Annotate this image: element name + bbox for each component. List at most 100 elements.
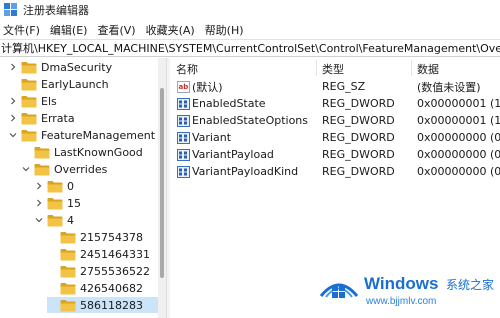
address-bar[interactable]: 计算机\HKEY_LOCAL_MACHINE\SYSTEM\CurrentCon… (0, 39, 500, 57)
value-name: EnabledStateOptions (192, 114, 309, 127)
value-data: (数值未设置) (417, 80, 481, 94)
chevron-right-icon[interactable] (34, 198, 44, 208)
folder-icon (21, 78, 37, 91)
value-row[interactable]: Variant REG_DWORD 0x00000000 (0) (170, 129, 500, 146)
value-row[interactable]: EnabledStateOptions REG_DWORD 0x00000001 (… (170, 112, 500, 129)
value-name: (默认) (192, 80, 223, 94)
value-row[interactable]: ab (默认) REG_SZ (数值未设置) (170, 78, 500, 95)
folder-icon (60, 282, 76, 295)
tree-item[interactable]: 2451464331 (47, 246, 150, 262)
watermark: Windows 系统之家 www.bjjmlv.com (318, 268, 500, 318)
tree-item[interactable]: Errata (8, 110, 75, 126)
regedit-icon (4, 3, 18, 17)
tree-scrollbar-thumb[interactable] (160, 88, 164, 278)
value-data: 0x00000000 (0) (417, 131, 500, 144)
value-name: EnabledState (192, 97, 266, 110)
binary-value-icon (177, 165, 190, 178)
svg-text:ab: ab (179, 83, 189, 91)
tree-scrollbar[interactable] (158, 58, 166, 318)
tree-item-label: Overrides (54, 162, 108, 176)
tree-item-label: 2755536522 (80, 264, 150, 278)
tree-item-label: LastKnownGood (54, 145, 143, 159)
menu-view[interactable]: 查看(V) (92, 22, 140, 38)
folder-icon (47, 214, 63, 227)
chevron-right-icon[interactable] (8, 62, 18, 72)
value-row[interactable]: VariantPayloadKind REG_DWORD 0x00000000 (0… (170, 163, 500, 180)
key-tree[interactable]: DmaSecurity EarlyLaunch Els Errata FeatureMa… (0, 58, 158, 318)
address-path[interactable]: 计算机\HKEY_LOCAL_MACHINE\SYSTEM\CurrentCon… (0, 40, 500, 56)
folder-icon (60, 248, 76, 261)
folder-icon (21, 129, 37, 142)
tree-item[interactable]: Overrides (21, 161, 107, 177)
tree-item[interactable]: LastKnownGood (21, 144, 143, 160)
menu-file[interactable]: 文件(F) (0, 22, 45, 38)
tree-item[interactable]: 0 (34, 178, 74, 194)
column-header-name[interactable]: 名称 (176, 61, 198, 77)
folder-icon (60, 265, 76, 278)
chevron-right-icon[interactable] (8, 96, 18, 106)
column-divider[interactable] (316, 60, 317, 76)
column-header-type[interactable]: 类型 (322, 61, 344, 77)
value-data: 0x00000000 (0) (417, 148, 500, 161)
tree-item[interactable]: Els (8, 93, 57, 109)
folder-icon (21, 112, 37, 125)
watermark-url: www.bjjmlv.com (366, 296, 437, 307)
menu-help[interactable]: 帮助(H) (200, 22, 249, 38)
tree-item[interactable]: 4 (34, 212, 74, 228)
tree-item[interactable]: 15 (34, 195, 81, 211)
value-name: VariantPayloadKind (192, 165, 299, 178)
tree-item[interactable]: 215754378 (47, 229, 143, 245)
tree-item-label: DmaSecurity (41, 60, 113, 74)
tree-item-label: EarlyLaunch (41, 77, 109, 91)
folder-icon (60, 231, 76, 244)
value-data: 0x00000001 (1) (417, 97, 500, 110)
folder-icon (34, 146, 50, 159)
value-type: REG_DWORD (322, 165, 395, 178)
folder-icon (21, 95, 37, 108)
column-divider[interactable] (411, 60, 412, 76)
tree-item-label: Els (41, 94, 57, 108)
chevron-right-icon[interactable] (34, 181, 44, 191)
tree-item[interactable]: DmaSecurity (8, 59, 112, 75)
folder-icon (47, 197, 63, 210)
tree-item-label: Errata (41, 111, 75, 125)
tree-item[interactable]: FeatureManagement (8, 127, 155, 143)
folder-icon (34, 163, 50, 176)
chevron-right-icon[interactable] (8, 113, 18, 123)
value-name: VariantPayload (192, 148, 274, 161)
folder-icon (47, 180, 63, 193)
chevron-down-icon[interactable] (34, 215, 44, 225)
tree-item-label: 4 (67, 213, 74, 227)
value-row[interactable]: EnabledState REG_DWORD 0x00000001 (1) (170, 95, 500, 112)
tree-item[interactable]: 2755536522 (47, 263, 150, 279)
value-type: REG_DWORD (322, 131, 395, 144)
title-bar: 注册表编辑器 (0, 0, 500, 20)
watermark-brand: Windows (364, 274, 439, 293)
binary-value-icon (177, 97, 190, 110)
tree-item[interactable]: 586118283 (47, 297, 158, 313)
menu-favorites[interactable]: 收藏夹(A) (141, 22, 200, 38)
value-data: 0x00000000 (0) (417, 165, 500, 178)
tree-item[interactable]: 426540682 (47, 280, 143, 296)
tree-item-label: 215754378 (80, 230, 143, 244)
windows-logo-icon (319, 283, 359, 298)
binary-value-icon (177, 114, 190, 127)
value-type: REG_DWORD (322, 97, 395, 110)
chevron-down-icon[interactable] (21, 164, 31, 174)
value-data: 0x00000001 (1) (417, 114, 500, 127)
column-header-data[interactable]: 数据 (417, 61, 439, 77)
chevron-down-icon[interactable] (8, 130, 18, 140)
menu-edit[interactable]: 编辑(E) (45, 22, 93, 38)
value-row[interactable]: VariantPayload REG_DWORD 0x00000000 (0) (170, 146, 500, 163)
tree-item-label: 15 (67, 196, 81, 210)
tree-item-label: FeatureManagement (41, 128, 156, 142)
tree-item[interactable]: EarlyLaunch (8, 76, 109, 92)
value-name: Variant (192, 131, 232, 144)
value-type: REG_DWORD (322, 148, 395, 161)
list-header: 名称 类型 数据 (170, 58, 500, 78)
